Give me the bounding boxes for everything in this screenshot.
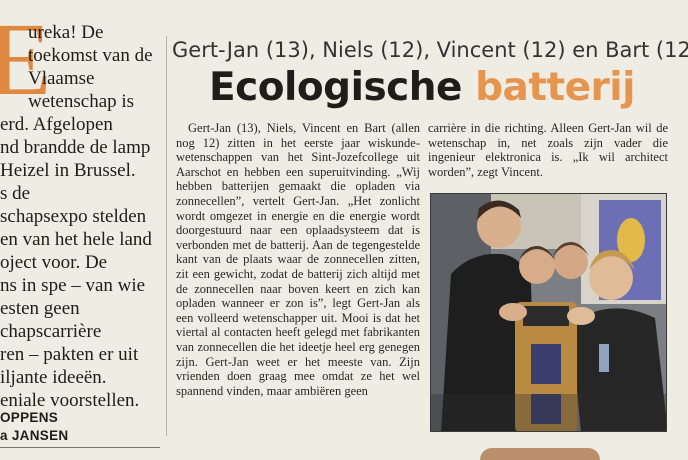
left-text-line: en van het hele land — [0, 229, 152, 250]
article-photo — [430, 193, 667, 432]
article-body-column-1: Gert-Jan (13), Niels, Vincent en Bart (a… — [176, 121, 420, 398]
left-text-line: nd brandde de lamp — [0, 137, 151, 158]
left-text-line: chapscarrière — [0, 321, 102, 342]
body-paragraph: Gert-Jan (13), Niels, Vincent en Bart (a… — [176, 121, 420, 398]
left-text-line: wetenschap is — [28, 91, 135, 112]
left-text-line: s de — [0, 183, 31, 204]
photo-illustration — [431, 194, 666, 431]
byline-author: OPPENS — [0, 410, 59, 425]
previous-article-column: E ureka! De toekomst van de Vlaamse wete… — [0, 0, 160, 460]
newspaper-page: E ureka! De toekomst van de Vlaamse wete… — [0, 0, 688, 460]
left-text-line: Heizel in Brussel. — [0, 160, 136, 181]
left-text-line: iljante ideeën. — [0, 367, 107, 388]
left-text-line: eniale voorstellen. — [0, 390, 140, 411]
article-headline: Ecologische batterij — [172, 64, 672, 112]
left-text-line: ureka! De — [28, 22, 104, 43]
article-kicker: Gert-Jan (13), Niels (12), Vincent (12) … — [172, 38, 688, 62]
left-text-line: schapsexpo stelden — [0, 206, 147, 227]
left-text-line: Vlaamse — [28, 68, 95, 89]
left-text-line: ns in spe – van wie — [0, 275, 146, 296]
byline-author: a JANSEN — [0, 428, 69, 443]
left-text-line: toekomst van de — [28, 45, 153, 66]
left-text-line: erd. Afgelopen — [0, 114, 113, 135]
next-photo-edge — [480, 448, 600, 460]
column-rule — [0, 447, 160, 448]
headline-main: Ecologische — [208, 65, 463, 110]
article-body-column-2: carrière in die richting. Alleen Gert-Ja… — [428, 121, 668, 179]
headline-accent: batterij — [475, 65, 636, 110]
left-text-line: oject voor. De — [0, 252, 108, 273]
left-text-line: ren – pakten er uit — [0, 344, 139, 365]
column-divider — [166, 36, 167, 436]
body-paragraph: carrière in die richting. Alleen Gert-Ja… — [428, 121, 668, 179]
left-text-line: esten geen — [0, 298, 80, 319]
